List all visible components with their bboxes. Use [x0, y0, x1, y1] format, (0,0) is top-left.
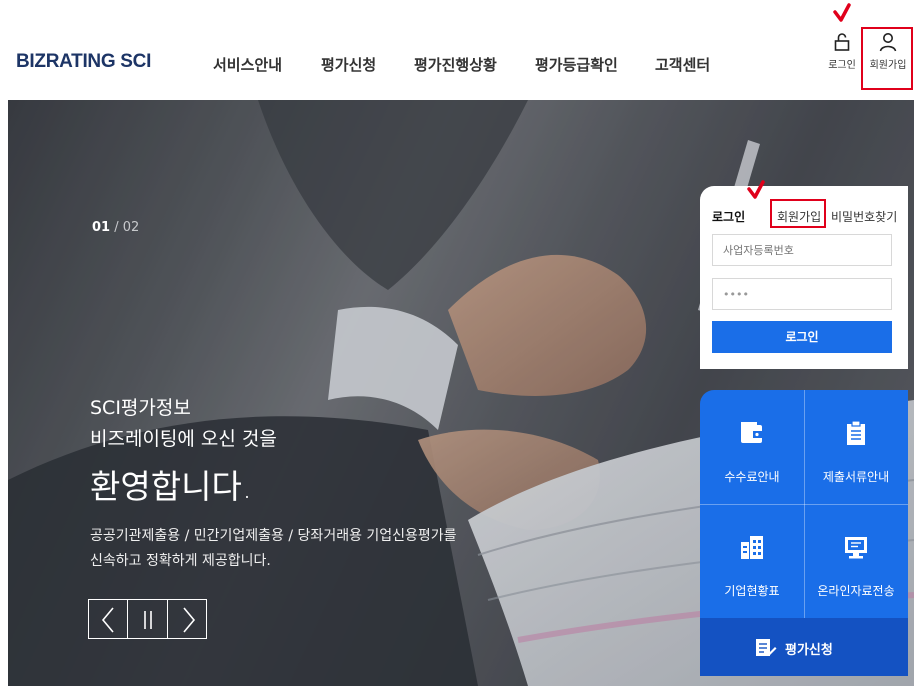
- quick-fee-label: 수수료안내: [724, 470, 780, 484]
- quick-company-status-label: 기업현황표: [724, 584, 780, 598]
- check-mark-icon: [747, 180, 765, 199]
- signup-tab-highlight-box: [770, 199, 826, 228]
- quick-documents-info[interactable]: 제출서류안내: [804, 390, 908, 504]
- quick-menu: 수수료안내 제출서류안내 기업현황표 온라인자료전송 평가신청: [700, 390, 908, 676]
- nav-customer-center[interactable]: 고객센터: [655, 54, 710, 75]
- wallet-icon: [741, 422, 763, 443]
- site-header: BIZRATING SCI 서비스안내 평가신청 평가진행상황 평가등급확인 고…: [0, 0, 914, 100]
- hero-title-line-1: SCI평가정보: [90, 397, 191, 419]
- signup-highlight-box: [861, 27, 913, 90]
- hero-title-line-3: 환영합니다.: [90, 467, 253, 506]
- header-login-button[interactable]: 로그인: [822, 32, 862, 71]
- next-arrow-icon: [183, 607, 196, 633]
- pause-icon: [144, 611, 152, 629]
- prev-arrow-icon: [101, 607, 114, 633]
- apply-form-icon: [756, 639, 777, 656]
- hero-subtitle-line-1: 공공기관제출용 / 민간기업제출용 / 당좌거래용 기업신용평가를: [90, 528, 457, 544]
- lock-icon: [834, 33, 850, 51]
- quick-fee-info[interactable]: 수수료안내: [700, 390, 804, 504]
- site-logo[interactable]: BIZRATING SCI: [16, 51, 151, 73]
- header-login-label: 로그인: [828, 60, 856, 71]
- slide-pause-button[interactable]: [127, 599, 168, 639]
- hero-title-line-2: 비즈레이팅에 오신 것을: [90, 428, 277, 450]
- slide-next-button[interactable]: [167, 599, 207, 639]
- slide-prev-button[interactable]: [88, 599, 128, 639]
- building-icon: [741, 536, 763, 559]
- tab-login[interactable]: 로그인: [712, 208, 745, 225]
- password-input[interactable]: [712, 278, 892, 310]
- nav-rating-grade-check[interactable]: 평가등급확인: [535, 54, 618, 75]
- quick-apply-label: 평가신청: [785, 643, 833, 658]
- nav-rating-apply[interactable]: 평가신청: [321, 54, 376, 75]
- hero-subtitle-line-2: 신속하고 정확하게 제공합니다.: [90, 553, 271, 569]
- login-submit-button[interactable]: 로그인: [712, 321, 892, 353]
- nav-service-info[interactable]: 서비스안내: [213, 54, 282, 75]
- slide-total: 02: [122, 220, 140, 235]
- clipboard-icon: [847, 420, 865, 445]
- tab-find-password[interactable]: 비밀번호찾기: [831, 208, 897, 225]
- check-mark-icon: [833, 3, 851, 22]
- quick-documents-label: 제출서류안내: [822, 470, 890, 484]
- quick-online-transfer-label: 온라인자료전송: [817, 584, 895, 598]
- business-number-input[interactable]: [712, 234, 892, 266]
- quick-apply-button[interactable]: 평가신청: [700, 618, 908, 676]
- quick-company-status[interactable]: 기업현황표: [700, 504, 804, 618]
- slide-separator: /: [114, 220, 119, 235]
- quick-menu-divider: [700, 504, 908, 505]
- nav-rating-progress[interactable]: 평가진행상황: [414, 54, 497, 75]
- monitor-icon: [845, 537, 867, 559]
- slide-counter: 01 / 02: [92, 220, 139, 235]
- quick-online-transfer[interactable]: 온라인자료전송: [804, 504, 908, 618]
- slide-current: 01: [92, 220, 111, 235]
